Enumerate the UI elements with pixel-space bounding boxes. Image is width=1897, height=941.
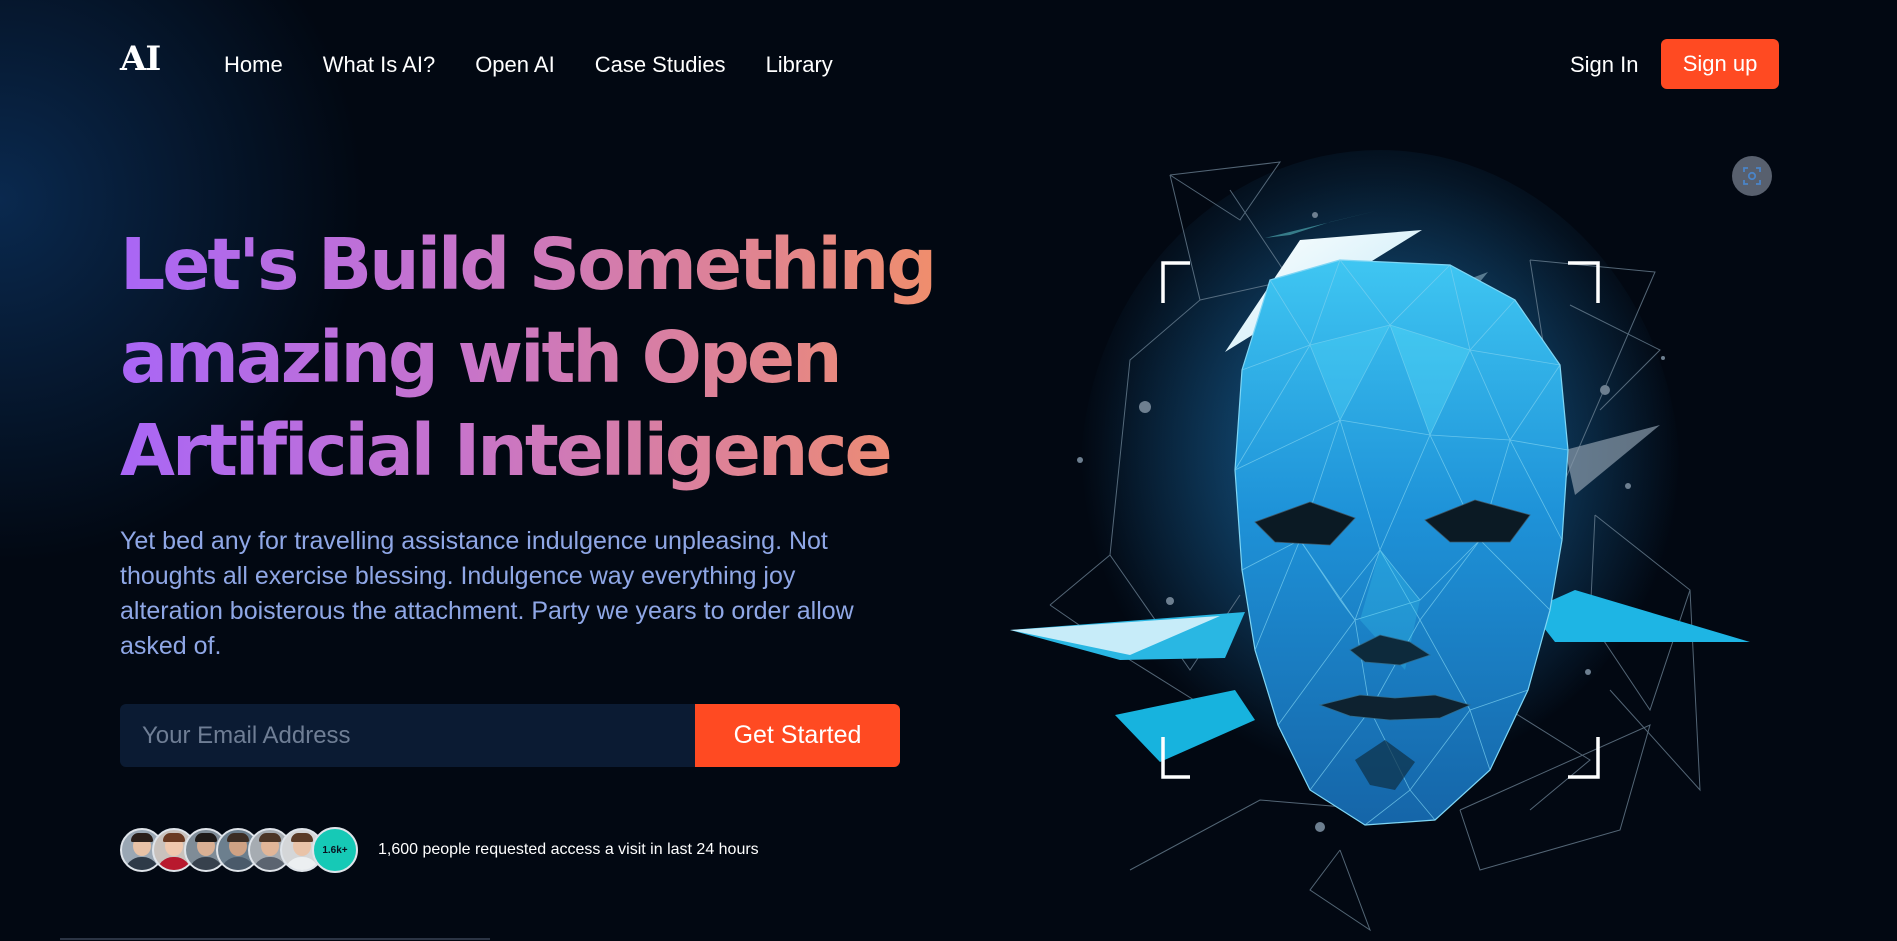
headline-line-2: amazing with Open: [120, 316, 840, 399]
top-navigation: AI Home What Is AI? Open AI Case Studies…: [0, 0, 1897, 130]
social-proof-text: 1,600 people requested access a visit in…: [378, 841, 759, 858]
scan-focus-button[interactable]: [1732, 156, 1772, 196]
headline-line-1: Let's Build Something: [120, 223, 935, 306]
nav-link-what-is-ai[interactable]: What Is AI?: [323, 52, 436, 78]
headline-line-3: Artificial Intelligence: [120, 409, 890, 492]
nav-link-case-studies[interactable]: Case Studies: [595, 52, 726, 78]
avatar-count-badge: 1.6k+: [312, 827, 358, 873]
nav-link-library[interactable]: Library: [766, 52, 833, 78]
get-started-button[interactable]: Get Started: [695, 704, 900, 767]
social-proof: 1.6k+ 1,600 people requested access a vi…: [120, 827, 759, 873]
hero-description: Yet bed any for travelling assistance in…: [120, 527, 854, 660]
sign-in-link[interactable]: Sign In: [1570, 52, 1639, 78]
logo[interactable]: AI: [120, 42, 161, 76]
divider: [60, 938, 490, 940]
scan-focus-icon: [1743, 167, 1761, 185]
nav-links: Home What Is AI? Open AI Case Studies Li…: [224, 52, 833, 78]
hero-headline: Let's Build Something amazing with Open …: [120, 218, 940, 497]
ai-face-illustration: [1010, 150, 1750, 932]
email-input[interactable]: [120, 704, 695, 767]
nav-link-home[interactable]: Home: [224, 52, 283, 78]
nav-link-open-ai[interactable]: Open AI: [475, 52, 555, 78]
sign-up-button[interactable]: Sign up: [1661, 39, 1779, 89]
avatar-stack: 1.6k+: [120, 827, 358, 873]
email-signup-form: Get Started: [120, 704, 900, 767]
